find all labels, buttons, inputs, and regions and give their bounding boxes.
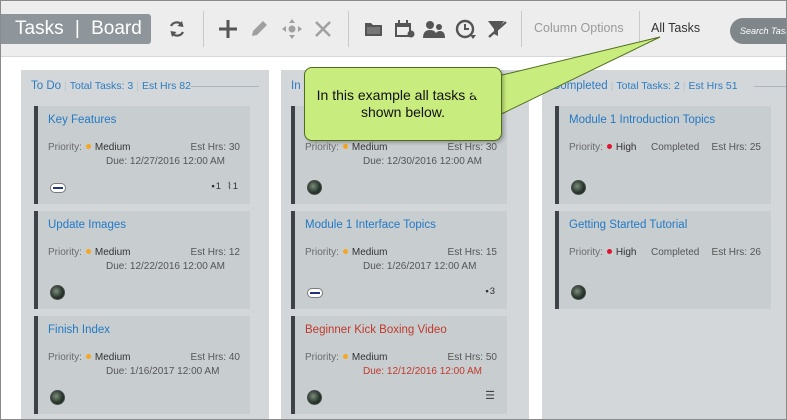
checklist-icon[interactable]: ☰	[485, 389, 495, 402]
column-header: Completed | Total Tasks: 2 | Est Hrs 51	[552, 80, 738, 92]
priority-dot-icon	[606, 249, 612, 255]
column-header: In	[291, 80, 301, 92]
column-options-link[interactable]: Column Options	[534, 21, 624, 35]
avatar[interactable]	[571, 180, 586, 195]
task-title[interactable]: Getting Started Tutorial	[569, 219, 687, 231]
task-card[interactable]: Finish Index Priority: Medium Est Hrs: 40…	[34, 316, 250, 414]
task-card[interactable]: Beginner Kick Boxing Video Priority: Medi…	[291, 316, 507, 414]
task-card[interactable]: Module 1 Interface Topics Priority: Mediu…	[291, 211, 507, 309]
task-card[interactable]: Getting Started Tutorial Priority: High C…	[555, 211, 771, 309]
comment-icon: ▪	[211, 181, 215, 192]
priority-dot-icon	[85, 144, 91, 150]
priority-dot-icon	[85, 354, 91, 360]
search-input[interactable]: Search Tasks	[730, 18, 786, 44]
all-tasks-filter[interactable]: All Tasks	[651, 21, 700, 35]
priority-dot-icon	[342, 249, 348, 255]
priority-dot-icon	[85, 249, 91, 255]
priority-dot-icon	[342, 354, 348, 360]
avatar[interactable]	[571, 285, 586, 300]
due-date-overdue: Due: 12/12/2016 12:00 AM	[363, 366, 482, 377]
move-icon[interactable]	[278, 15, 306, 43]
page-title: Tasks | Board	[1, 14, 151, 44]
priority-dot-icon	[606, 144, 612, 150]
avatar[interactable]	[307, 180, 322, 195]
due-date: Due: 12/27/2016 12:00 AM	[106, 156, 225, 167]
task-card[interactable]: Module 1 Introduction Topics Priority: Hi…	[555, 106, 771, 204]
due-date: Due: 1/16/2017 12:00 AM	[106, 366, 220, 377]
column-completed: Completed | Total Tasks: 2 | Est Hrs 51 Modu…	[542, 70, 786, 419]
add-icon[interactable]	[214, 15, 242, 43]
app-title: Tasks	[15, 18, 64, 39]
toolbar: Tasks | Board Column Options All Tasks S…	[1, 1, 786, 57]
attachment-icon: ⌇	[227, 181, 232, 192]
task-title[interactable]: Module 1 Interface Topics	[305, 219, 436, 231]
due-date: Due: 12/30/2016 12:00 AM	[363, 156, 482, 167]
delete-icon[interactable]	[309, 15, 337, 43]
clock-icon[interactable]	[452, 15, 480, 43]
avatar[interactable]	[50, 285, 65, 300]
avatar[interactable]	[50, 390, 65, 405]
priority-dot-icon	[342, 144, 348, 150]
status-badge: Completed	[651, 142, 700, 153]
comment-icon: ▪	[485, 286, 489, 297]
due-date: Due: 12/22/2016 12:00 AM	[106, 261, 225, 272]
task-title[interactable]: Update Images	[48, 219, 126, 231]
task-card[interactable]: Key Features Priority: Medium Est Hrs: 30…	[34, 106, 250, 204]
due-date: Due: 1/26/2017 12:00 AM	[363, 261, 477, 272]
task-title[interactable]: Beginner Kick Boxing Video	[305, 324, 447, 336]
task-title[interactable]: Key Features	[48, 114, 116, 126]
avatar[interactable]	[307, 390, 322, 405]
status-badge: Completed	[651, 247, 700, 258]
refresh-icon[interactable]	[163, 15, 191, 43]
callout-note: In this example all tasks are shown belo…	[304, 67, 502, 141]
tasks-board-window: Tasks | Board Column Options All Tasks S…	[0, 0, 787, 420]
users-icon[interactable]	[420, 15, 448, 43]
task-card[interactable]: Update Images Priority: Medium Est Hrs: 1…	[34, 211, 250, 309]
task-title[interactable]: Finish Index	[48, 324, 110, 336]
filter-off-icon[interactable]	[483, 15, 511, 43]
view-title: Board	[91, 18, 142, 39]
flag-badge-icon	[307, 288, 323, 298]
calendar-icon[interactable]	[390, 15, 418, 43]
folder-icon[interactable]	[360, 15, 388, 43]
flag-badge-icon	[50, 183, 66, 193]
column-header: To Do | Total Tasks: 3 | Est Hrs 82	[31, 80, 191, 92]
column-to-do: To Do | Total Tasks: 3 | Est Hrs 82 Key Feat…	[21, 70, 269, 419]
task-title[interactable]: Module 1 Introduction Topics	[569, 114, 715, 126]
edit-icon[interactable]	[245, 15, 273, 43]
